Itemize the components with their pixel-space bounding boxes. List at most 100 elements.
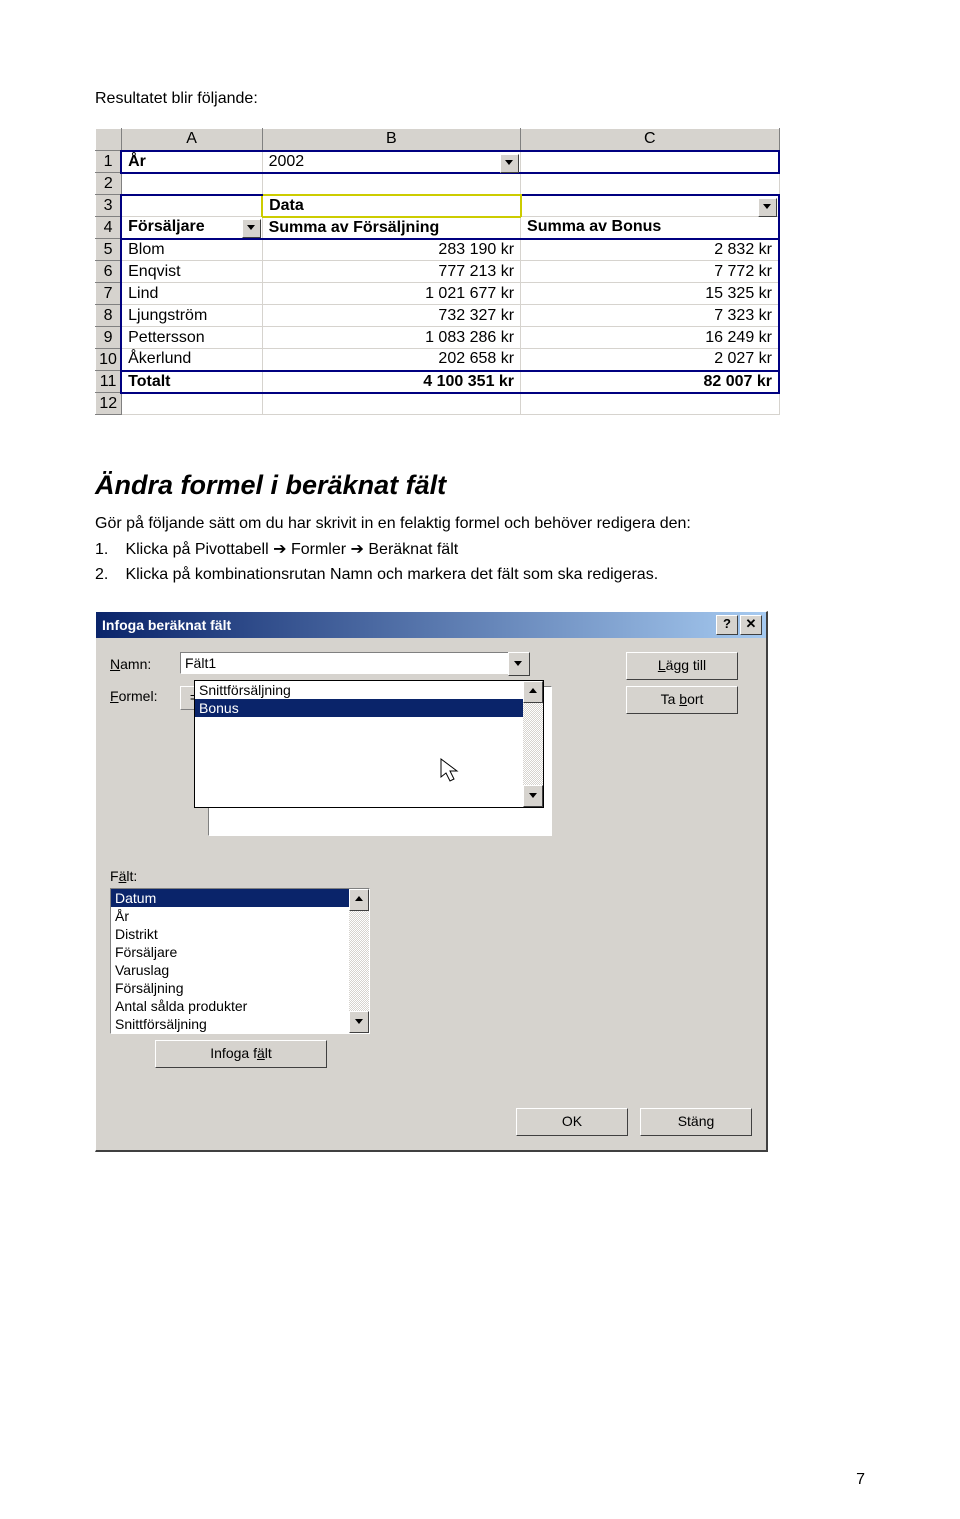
table-cell-name: Ljungström xyxy=(121,305,262,327)
scroll-track[interactable] xyxy=(523,703,543,785)
row-header: 10 xyxy=(96,349,122,371)
step1-part-b: Formler xyxy=(291,541,351,558)
step-2: 2. Klicka på kombinationsrutan Namn och … xyxy=(95,564,865,586)
table-cell-name: Åkerlund xyxy=(121,349,262,371)
name-label: Namn: xyxy=(110,656,180,672)
table-cell-sales: 202 658 kr xyxy=(262,349,520,371)
table-cell-name: Lind xyxy=(121,283,262,305)
fields-section: Fält: Datum År Distrikt Försäljare Varus… xyxy=(110,868,752,1068)
list-item[interactable]: Snittförsäljning xyxy=(111,1015,349,1033)
row-header: 4 xyxy=(96,217,122,239)
add-button[interactable]: Lägg till xyxy=(626,652,738,680)
excel-screenshot: A B C 1 År 2002 2 3 Data 4 Försäljare Su… xyxy=(95,128,780,415)
delete-button[interactable]: Ta bort xyxy=(626,686,738,714)
cell xyxy=(262,173,520,195)
table-cell-bonus: 7 772 kr xyxy=(521,261,779,283)
fields-listbox[interactable]: Datum År Distrikt Försäljare Varuslag Fö… xyxy=(110,888,370,1034)
insert-btn-post: lt xyxy=(265,1045,272,1061)
delete-btn-u: b xyxy=(679,691,687,707)
list-item[interactable]: Försäljning xyxy=(111,979,349,997)
section-intro: Gör på följande sätt om du har skrivit i… xyxy=(95,513,865,535)
list-item[interactable]: Antal sålda produkter xyxy=(111,997,349,1015)
cell xyxy=(121,393,262,415)
fields-scrollbar[interactable] xyxy=(349,889,369,1033)
cell-b1-text: 2002 xyxy=(269,153,305,170)
name-row: Namn: Fält1 Lägg till Snittförsäljning B… xyxy=(110,652,752,676)
row-header: 2 xyxy=(96,173,122,195)
row-header: 9 xyxy=(96,327,122,349)
cell-c1 xyxy=(521,151,779,173)
dropdown-icon[interactable] xyxy=(500,154,519,173)
scroll-up-icon[interactable] xyxy=(349,889,369,911)
cell-a4: Försäljare xyxy=(121,217,262,239)
arrow-icon: ➔ xyxy=(273,541,286,558)
table-cell-bonus: 7 323 kr xyxy=(521,305,779,327)
step1-part-c: Beräknat fält xyxy=(368,541,458,558)
list-item[interactable]: Varuslag xyxy=(111,961,349,979)
table-cell-sales: 283 190 kr xyxy=(262,239,520,261)
list-item[interactable]: År xyxy=(111,907,349,925)
step1-part-a: Klicka på Pivottabell xyxy=(125,541,273,558)
row-header: 1 xyxy=(96,151,122,173)
scroll-down-icon[interactable] xyxy=(523,785,543,807)
name-dropdown-list[interactable]: Snittförsäljning Bonus xyxy=(194,680,544,808)
cell-a4-text: Försäljare xyxy=(128,218,204,235)
dropdown-icon[interactable] xyxy=(758,198,777,217)
table-cell-name: Enqvist xyxy=(121,261,262,283)
list-item[interactable]: Distrikt xyxy=(111,925,349,943)
row-header: 8 xyxy=(96,305,122,327)
row-header: 7 xyxy=(96,283,122,305)
list-item-selected[interactable]: Datum xyxy=(111,889,349,907)
name-input[interactable]: Fält1 xyxy=(180,652,508,674)
table-cell-bonus: 15 325 kr xyxy=(521,283,779,305)
row-header: 12 xyxy=(96,393,122,415)
total-bonus: 82 007 kr xyxy=(521,371,779,393)
dropdown-item[interactable]: Snittförsäljning xyxy=(195,681,523,699)
scroll-track[interactable] xyxy=(349,911,369,1011)
step-1: 1. Klicka på Pivottabell ➔ Formler ➔ Ber… xyxy=(95,539,865,561)
dialog-title: Infoga beräknat fält xyxy=(100,617,714,633)
ok-button[interactable]: OK xyxy=(516,1108,628,1136)
help-button[interactable]: ? xyxy=(716,615,738,635)
calculated-field-dialog: Infoga beräknat fält ? ✕ Namn: Fält1 Läg… xyxy=(95,611,768,1152)
insert-btn-pre: Infoga f xyxy=(210,1045,257,1061)
table-cell-name: Pettersson xyxy=(121,327,262,349)
col-header-c: C xyxy=(521,129,779,151)
table-cell-sales: 732 327 kr xyxy=(262,305,520,327)
table-cell-bonus: 16 249 kr xyxy=(521,327,779,349)
row-header: 6 xyxy=(96,261,122,283)
table-cell-sales: 777 213 kr xyxy=(262,261,520,283)
insert-btn-u: ä xyxy=(257,1045,265,1061)
combo-dropdown-icon[interactable] xyxy=(508,652,530,676)
table-cell-sales: 1 083 286 kr xyxy=(262,327,520,349)
row-header: 3 xyxy=(96,195,122,217)
step2-text: Klicka på kombinationsrutan Namn och mar… xyxy=(125,566,658,583)
cursor-icon xyxy=(440,758,464,786)
dropdown-icon[interactable] xyxy=(242,219,261,238)
cell-b3: Data xyxy=(262,195,520,217)
page-number: 7 xyxy=(856,1471,865,1489)
table-cell-name: Blom xyxy=(121,239,262,261)
dialog-titlebar: Infoga beräknat fält ? ✕ xyxy=(96,612,766,638)
delete-btn-post: ort xyxy=(687,691,703,707)
cell xyxy=(521,393,779,415)
close-dialog-button[interactable]: Stäng xyxy=(640,1108,752,1136)
table-cell-sales: 1 021 677 kr xyxy=(262,283,520,305)
cell-b4: Summa av Försäljning xyxy=(262,217,520,239)
row-header: 11 xyxy=(96,371,122,393)
table-cell-bonus: 2 027 kr xyxy=(521,349,779,371)
cell xyxy=(121,195,262,217)
close-button[interactable]: ✕ xyxy=(740,615,762,635)
table-cell-bonus: 2 832 kr xyxy=(521,239,779,261)
arrow-icon: ➔ xyxy=(351,541,364,558)
dropdown-scrollbar[interactable] xyxy=(523,681,543,807)
scroll-up-icon[interactable] xyxy=(523,681,543,703)
col-header-b: B xyxy=(262,129,520,151)
name-combo[interactable]: Fält1 xyxy=(180,652,530,676)
list-item[interactable]: Försäljare xyxy=(111,943,349,961)
row-header: 5 xyxy=(96,239,122,261)
scroll-down-icon[interactable] xyxy=(349,1011,369,1033)
dropdown-item-selected[interactable]: Bonus xyxy=(195,699,523,717)
insert-field-button[interactable]: Infoga fält xyxy=(155,1040,327,1068)
intro-text: Resultatet blir följande: xyxy=(95,90,865,108)
